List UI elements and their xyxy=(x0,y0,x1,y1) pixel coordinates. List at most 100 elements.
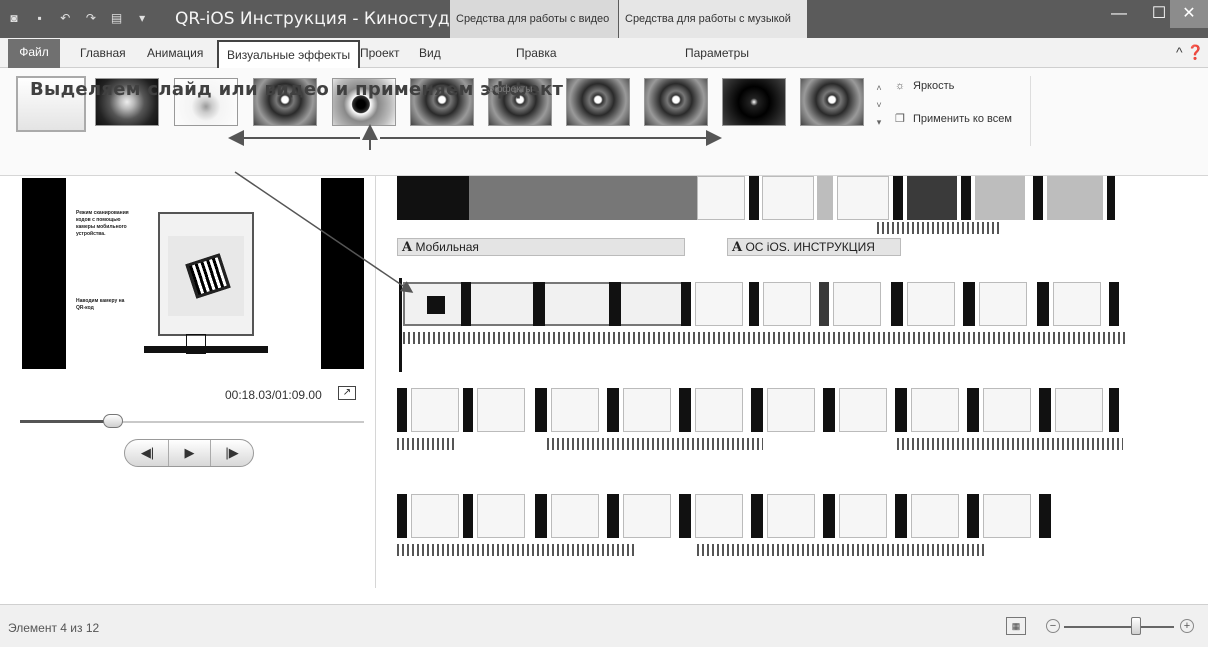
video-clip[interactable] xyxy=(679,494,691,538)
storyboard-timeline[interactable]: A Мобильная A ОС iOS. ИНСТРУКЦИЯ xyxy=(377,176,1208,588)
video-clip[interactable] xyxy=(1055,388,1103,432)
tab-project[interactable]: Проект xyxy=(356,42,404,66)
video-clip[interactable] xyxy=(751,494,763,538)
video-clip[interactable] xyxy=(609,282,621,326)
video-clip[interactable] xyxy=(679,388,691,432)
video-clip[interactable] xyxy=(535,388,547,432)
video-clip[interactable] xyxy=(823,494,835,538)
video-clip[interactable] xyxy=(623,388,671,432)
seek-thumb[interactable] xyxy=(102,414,123,428)
text-overlay[interactable]: A Мобильная xyxy=(397,238,685,256)
video-clip[interactable] xyxy=(963,282,975,326)
zoom-in-button[interactable]: + xyxy=(1180,619,1194,633)
video-clip[interactable] xyxy=(461,282,471,326)
scroll-down-icon[interactable]: ˅ xyxy=(874,97,884,114)
audio-waveform[interactable] xyxy=(397,438,457,450)
video-clip[interactable] xyxy=(983,494,1031,538)
video-clip[interactable] xyxy=(477,494,525,538)
audio-waveform[interactable] xyxy=(897,438,1123,450)
video-clip[interactable] xyxy=(551,388,599,432)
apply-to-all-button[interactable]: ❐ Применить ко всем xyxy=(895,112,1012,125)
video-clip[interactable] xyxy=(961,176,971,220)
video-clip[interactable] xyxy=(1033,176,1043,220)
gallery-scroll[interactable]: ˄ ˅ ▾ xyxy=(874,80,884,132)
video-clip[interactable] xyxy=(1109,282,1119,326)
video-clip[interactable] xyxy=(681,282,691,326)
video-clip[interactable] xyxy=(411,388,459,432)
video-clip[interactable] xyxy=(749,176,759,220)
video-clip[interactable] xyxy=(533,282,545,326)
tab-home[interactable]: Главная xyxy=(76,42,130,66)
video-clip[interactable] xyxy=(907,282,955,326)
video-clip[interactable] xyxy=(1039,388,1051,432)
video-clip[interactable] xyxy=(839,494,887,538)
video-clip[interactable] xyxy=(893,176,903,220)
video-clip[interactable] xyxy=(983,388,1031,432)
video-clip[interactable] xyxy=(911,388,959,432)
minimize-button[interactable]: — xyxy=(1100,0,1138,28)
video-clip[interactable] xyxy=(763,282,811,326)
video-clip[interactable] xyxy=(967,388,979,432)
video-clip[interactable] xyxy=(463,494,473,538)
video-clip[interactable] xyxy=(607,494,619,538)
video-clip[interactable] xyxy=(477,388,525,432)
effect-thumbnail[interactable] xyxy=(722,78,786,126)
video-clip[interactable] xyxy=(469,176,697,220)
video-clip[interactable] xyxy=(1037,282,1049,326)
help-icon[interactable]: ^ ❓ xyxy=(1176,44,1204,61)
tab-parameters[interactable]: Параметры xyxy=(681,42,753,66)
audio-waveform[interactable] xyxy=(397,544,637,556)
video-clip[interactable] xyxy=(751,388,763,432)
video-clip[interactable] xyxy=(823,388,835,432)
video-clip[interactable] xyxy=(819,282,829,326)
video-clip[interactable] xyxy=(833,282,881,326)
video-clip[interactable] xyxy=(695,388,743,432)
video-clip[interactable] xyxy=(695,494,743,538)
save-icon[interactable]: ▪ xyxy=(32,10,48,26)
video-clip[interactable] xyxy=(607,388,619,432)
audio-waveform[interactable] xyxy=(697,544,987,556)
video-clip[interactable] xyxy=(1109,388,1119,432)
app-icon[interactable]: ◙ xyxy=(6,10,22,26)
audio-waveform[interactable] xyxy=(547,438,763,450)
tab-visual-effects[interactable]: Визуальные эффекты xyxy=(217,40,361,70)
brightness-button[interactable]: ☼ Яркость xyxy=(895,80,954,92)
next-frame-button[interactable]: |▶ xyxy=(211,440,253,466)
redo-icon[interactable]: ↷ xyxy=(83,10,99,26)
video-clip[interactable] xyxy=(1053,282,1101,326)
video-clip[interactable] xyxy=(1039,494,1051,538)
context-tab-music-tools[interactable]: Средства для работы с музыкой xyxy=(619,0,807,38)
video-clip[interactable] xyxy=(817,176,833,220)
video-clip[interactable] xyxy=(911,494,959,538)
tab-animation[interactable]: Анимация xyxy=(143,42,207,66)
effect-thumbnail[interactable] xyxy=(566,78,630,126)
tab-edit[interactable]: Правка xyxy=(512,42,561,66)
video-clip[interactable] xyxy=(697,176,745,220)
video-clip[interactable] xyxy=(975,176,1025,220)
zoom-slider-thumb[interactable] xyxy=(1130,617,1141,635)
video-clip[interactable] xyxy=(411,494,459,538)
video-clip[interactable] xyxy=(623,494,671,538)
previous-frame-button[interactable]: ◀| xyxy=(127,440,169,466)
video-clip[interactable] xyxy=(1047,176,1103,220)
video-preview[interactable]: Режим сканирования кодов с помощью камер… xyxy=(22,178,364,369)
effect-thumbnail[interactable] xyxy=(800,78,864,126)
video-clip[interactable] xyxy=(749,282,759,326)
gallery-more-icon[interactable]: ▾ xyxy=(874,114,884,131)
dropdown-icon[interactable]: ▾ xyxy=(134,10,150,26)
playhead[interactable] xyxy=(399,278,402,372)
fullscreen-icon[interactable]: ↗ xyxy=(338,386,356,400)
video-clip[interactable] xyxy=(895,494,907,538)
thumbnail-size-icon[interactable]: ▦ xyxy=(1006,617,1026,635)
scroll-up-icon[interactable]: ˄ xyxy=(874,80,884,97)
tab-file[interactable]: Файл xyxy=(8,39,60,68)
zoom-slider[interactable] xyxy=(1064,626,1174,628)
video-clip[interactable] xyxy=(551,494,599,538)
tab-view[interactable]: Вид xyxy=(415,42,445,66)
video-clip[interactable] xyxy=(839,388,887,432)
effect-thumbnail[interactable] xyxy=(644,78,708,126)
video-clip[interactable] xyxy=(397,388,407,432)
video-clip[interactable] xyxy=(535,494,547,538)
video-clip[interactable] xyxy=(762,176,814,220)
customize-icon[interactable]: ▤ xyxy=(109,10,125,26)
